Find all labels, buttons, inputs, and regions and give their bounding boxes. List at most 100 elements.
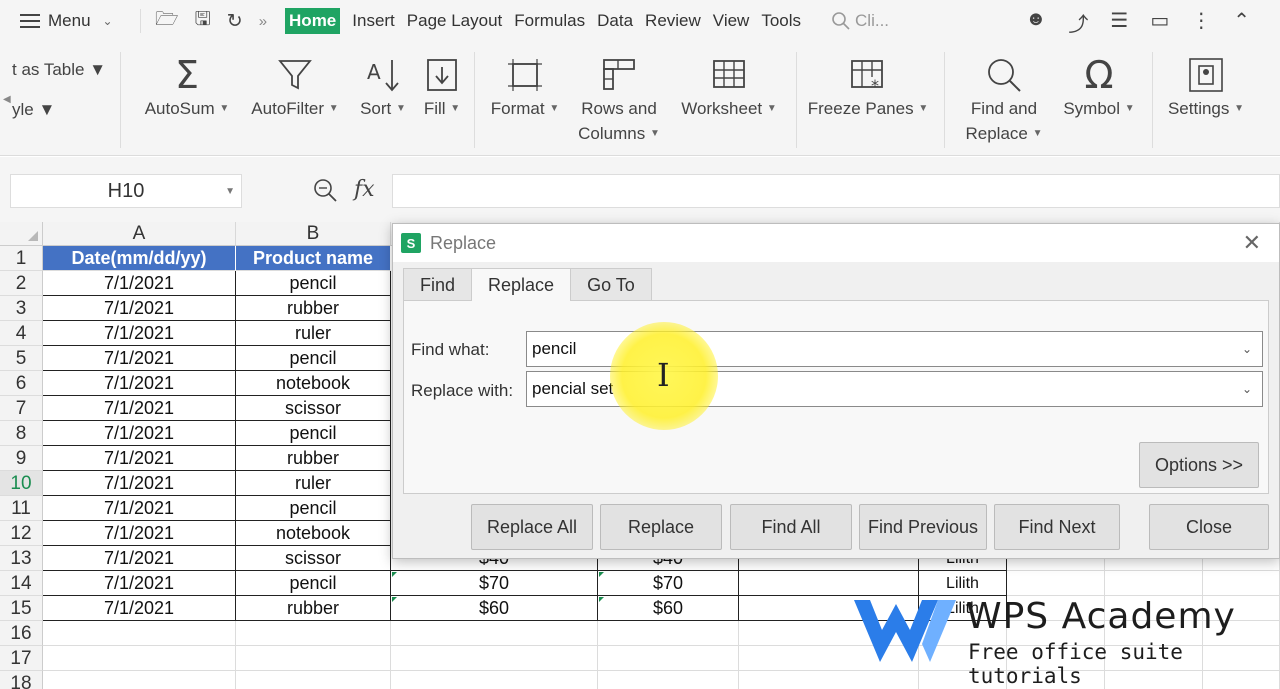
rows-and-columns-button[interactable]: Rows and Columns ▼ — [572, 54, 666, 146]
autosum-button[interactable]: Σ AutoSum ▼ — [138, 53, 236, 121]
row-header[interactable]: 3 — [0, 296, 43, 321]
empty-cell[interactable] — [43, 671, 236, 689]
product-cell[interactable]: scissor — [236, 546, 391, 571]
date-cell[interactable]: 7/1/2021 — [43, 371, 236, 396]
empty-cell[interactable] — [1203, 571, 1280, 596]
date-cell[interactable]: 7/1/2021 — [43, 496, 236, 521]
row-header[interactable]: 11 — [0, 496, 43, 521]
date-cell[interactable]: 7/1/2021 — [43, 471, 236, 496]
cell-style-button[interactable]: yle ▼ — [12, 100, 55, 120]
price-cell[interactable]: $70 — [391, 571, 598, 596]
open-folder-icon[interactable]: 🗁 — [155, 5, 179, 37]
name-box[interactable]: H10 ▼ — [10, 174, 242, 208]
row-header[interactable]: 1 — [0, 246, 43, 271]
zoom-formula-icon[interactable] — [312, 177, 338, 203]
tab-go-to[interactable]: Go To — [570, 268, 652, 300]
empty-cell[interactable] — [43, 646, 236, 671]
empty-cell[interactable] — [391, 621, 598, 646]
share-icon[interactable]: ⤴ — [1068, 8, 1088, 37]
empty-cell[interactable] — [391, 646, 598, 671]
date-cell[interactable]: 7/1/2021 — [43, 296, 236, 321]
main-menu-button[interactable]: Menu ⌄ — [0, 11, 140, 31]
row-header[interactable]: 18 — [0, 671, 43, 689]
replace-button[interactable]: Replace — [600, 504, 722, 550]
row-header[interactable]: 15 — [0, 596, 43, 621]
row-header[interactable]: 17 — [0, 646, 43, 671]
tab-find[interactable]: Find — [403, 268, 473, 300]
find-all-button[interactable]: Find All — [730, 504, 852, 550]
product-cell[interactable]: rubber — [236, 446, 391, 471]
date-cell[interactable]: 7/1/2021 — [43, 446, 236, 471]
format-as-table-button[interactable]: t as Table ▼ — [12, 60, 106, 80]
amount-cell[interactable]: $60 — [598, 596, 739, 621]
empty-cell[interactable] — [739, 571, 919, 596]
empty-cell[interactable] — [739, 671, 919, 689]
select-all-corner[interactable] — [0, 222, 43, 246]
row-header[interactable]: 6 — [0, 371, 43, 396]
date-cell[interactable]: 7/1/2021 — [43, 271, 236, 296]
empty-cell[interactable] — [598, 646, 739, 671]
insert-function-icon[interactable]: fx — [354, 177, 375, 203]
tab-formulas[interactable]: Formulas — [514, 9, 585, 33]
find-previous-button[interactable]: Find Previous — [859, 504, 987, 550]
chevron-down-icon[interactable]: ⌄ — [1242, 332, 1252, 366]
product-cell[interactable]: pencil — [236, 346, 391, 371]
fill-button[interactable]: Fill ▼ — [418, 54, 466, 121]
date-cell[interactable]: 7/1/2021 — [43, 521, 236, 546]
tab-view[interactable]: View — [713, 9, 750, 33]
replace-all-button[interactable]: Replace All — [471, 504, 593, 550]
date-cell[interactable]: 7/1/2021 — [43, 571, 236, 596]
empty-cell[interactable] — [1105, 571, 1203, 596]
autofilter-button[interactable]: AutoFilter ▼ — [244, 54, 346, 121]
task-icon[interactable]: ☰ — [1110, 8, 1128, 37]
column-header-a[interactable]: A — [43, 222, 236, 246]
sort-button[interactable]: A Sort ▼ — [354, 54, 412, 121]
empty-cell[interactable] — [1007, 571, 1105, 596]
product-cell[interactable]: pencil — [236, 496, 391, 521]
product-cell[interactable]: rubber — [236, 296, 391, 321]
header-cell[interactable]: Date(mm/dd/yy) — [43, 246, 236, 271]
more-options-icon[interactable]: ⋮ — [1191, 8, 1211, 37]
tab-replace[interactable]: Replace — [471, 268, 572, 301]
redo-icon[interactable]: ↻ — [227, 10, 243, 33]
product-cell[interactable]: pencil — [236, 271, 391, 296]
date-cell[interactable]: 7/1/2021 — [43, 346, 236, 371]
tab-insert[interactable]: Insert — [352, 9, 395, 33]
settings-button[interactable]: Settings ▼ — [1160, 54, 1252, 121]
row-header[interactable]: 12 — [0, 521, 43, 546]
tab-data[interactable]: Data — [597, 9, 633, 33]
empty-cell[interactable] — [391, 671, 598, 689]
row-header[interactable]: 14 — [0, 571, 43, 596]
product-cell[interactable]: rubber — [236, 596, 391, 621]
product-cell[interactable]: ruler — [236, 321, 391, 346]
format-button[interactable]: Format ▼ — [484, 54, 566, 121]
empty-cell[interactable] — [236, 621, 391, 646]
row-header[interactable]: 8 — [0, 421, 43, 446]
price-cell[interactable]: $60 — [391, 596, 598, 621]
symbol-button[interactable]: Ω Symbol ▼ — [1056, 53, 1142, 121]
amount-cell[interactable]: $70 — [598, 571, 739, 596]
empty-cell[interactable] — [236, 671, 391, 689]
date-cell[interactable]: 7/1/2021 — [43, 396, 236, 421]
collapse-ribbon-icon[interactable]: ⌃ — [1233, 8, 1250, 37]
formula-input[interactable] — [392, 174, 1280, 208]
tab-home[interactable]: Home — [285, 8, 341, 34]
find-and-replace-button[interactable]: Find and Replace ▼ — [960, 54, 1048, 146]
date-cell[interactable]: 7/1/2021 — [43, 596, 236, 621]
chevron-down-icon[interactable]: ⌄ — [1242, 372, 1252, 406]
row-header[interactable]: 9 — [0, 446, 43, 471]
command-search[interactable]: Cli... — [831, 11, 889, 31]
tab-page-layout[interactable]: Page Layout — [407, 9, 502, 33]
product-cell[interactable]: notebook — [236, 371, 391, 396]
freeze-panes-button[interactable]: * Freeze Panes ▼ — [806, 54, 930, 121]
scroll-left-icon[interactable]: ◀ — [3, 94, 11, 105]
tab-tools[interactable]: Tools — [761, 9, 801, 33]
date-cell[interactable]: 7/1/2021 — [43, 421, 236, 446]
comment-icon[interactable]: ▭ — [1150, 8, 1169, 37]
dialog-titlebar[interactable]: S Replace ✕ — [393, 224, 1279, 262]
row-header[interactable]: 2 — [0, 271, 43, 296]
row-header[interactable]: 7 — [0, 396, 43, 421]
header-cell[interactable]: Product name — [236, 246, 391, 271]
empty-cell[interactable] — [598, 671, 739, 689]
product-cell[interactable]: pencil — [236, 421, 391, 446]
